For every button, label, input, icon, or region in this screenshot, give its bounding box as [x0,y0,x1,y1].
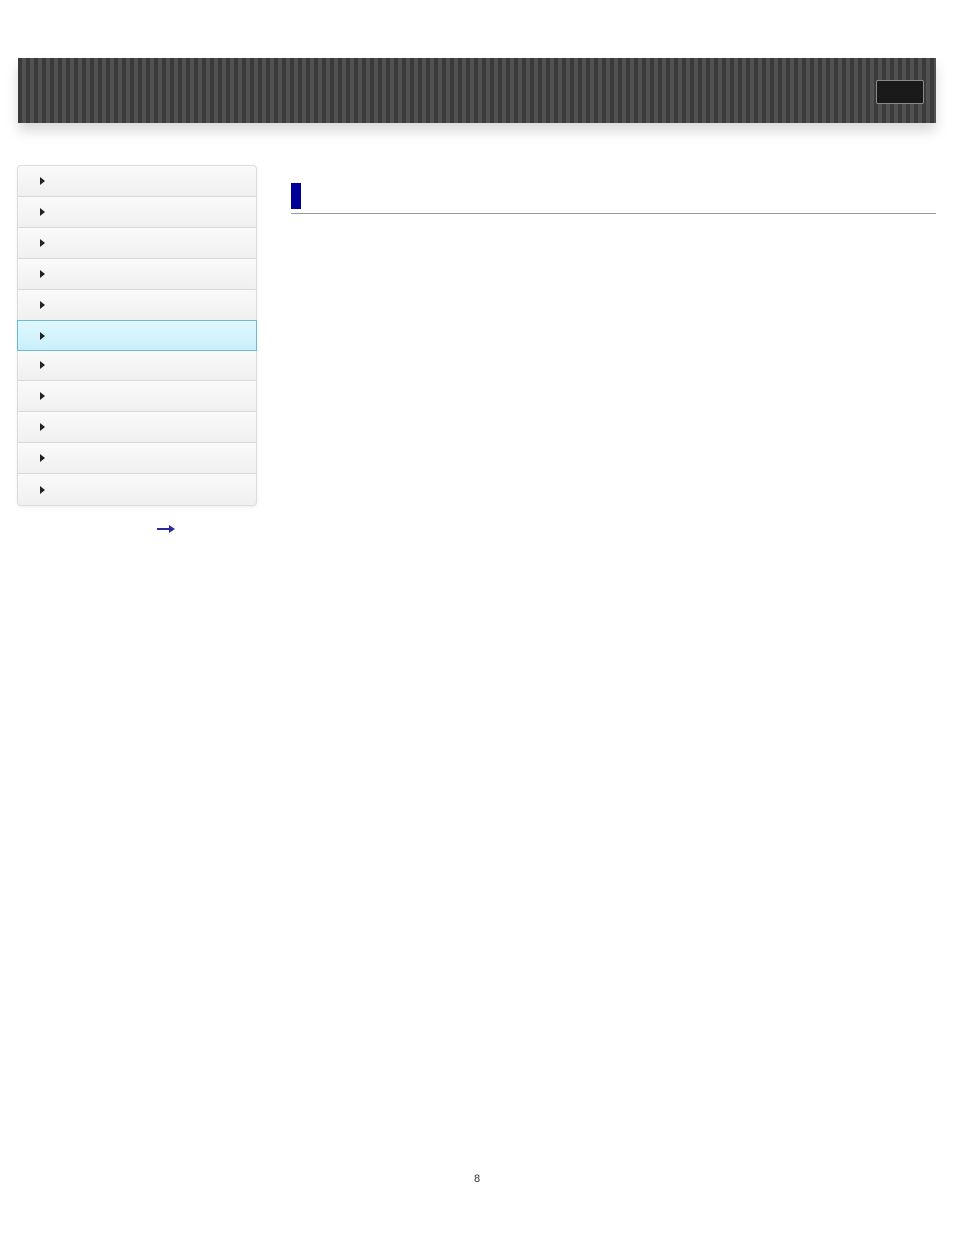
chevron-right-icon [40,301,45,309]
sidebar-item-4[interactable] [18,290,256,321]
chevron-right-icon [40,486,45,494]
sidebar-item-6[interactable] [18,350,256,381]
sidebar-item-10[interactable] [18,474,256,505]
chevron-right-icon [40,454,45,462]
chevron-right-icon [40,177,45,185]
chevron-right-icon [40,270,45,278]
arrow-right-icon [155,525,175,533]
content-area [291,183,936,214]
page-number: 8 [0,1173,954,1185]
sidebar-item-7[interactable] [18,381,256,412]
chevron-right-icon [40,423,45,431]
top-banner [18,58,936,123]
sidebar-item-9[interactable] [18,443,256,474]
sidebar-item-3[interactable] [18,259,256,290]
sidebar-item-8[interactable] [18,412,256,443]
section-marker [291,183,301,209]
banner-button[interactable] [876,80,924,104]
sidebar-item-2[interactable] [18,228,256,259]
sidebar-item-0[interactable] [18,166,256,197]
chevron-right-icon [40,361,45,369]
sidebar-item-5[interactable] [17,320,257,351]
chevron-right-icon [40,239,45,247]
chevron-right-icon [40,332,45,340]
sidebar-item-1[interactable] [18,197,256,228]
section-divider [291,213,936,214]
chevron-right-icon [40,392,45,400]
sidebar-footer-link[interactable] [155,525,175,533]
chevron-right-icon [40,208,45,216]
sidebar-nav [17,165,257,506]
